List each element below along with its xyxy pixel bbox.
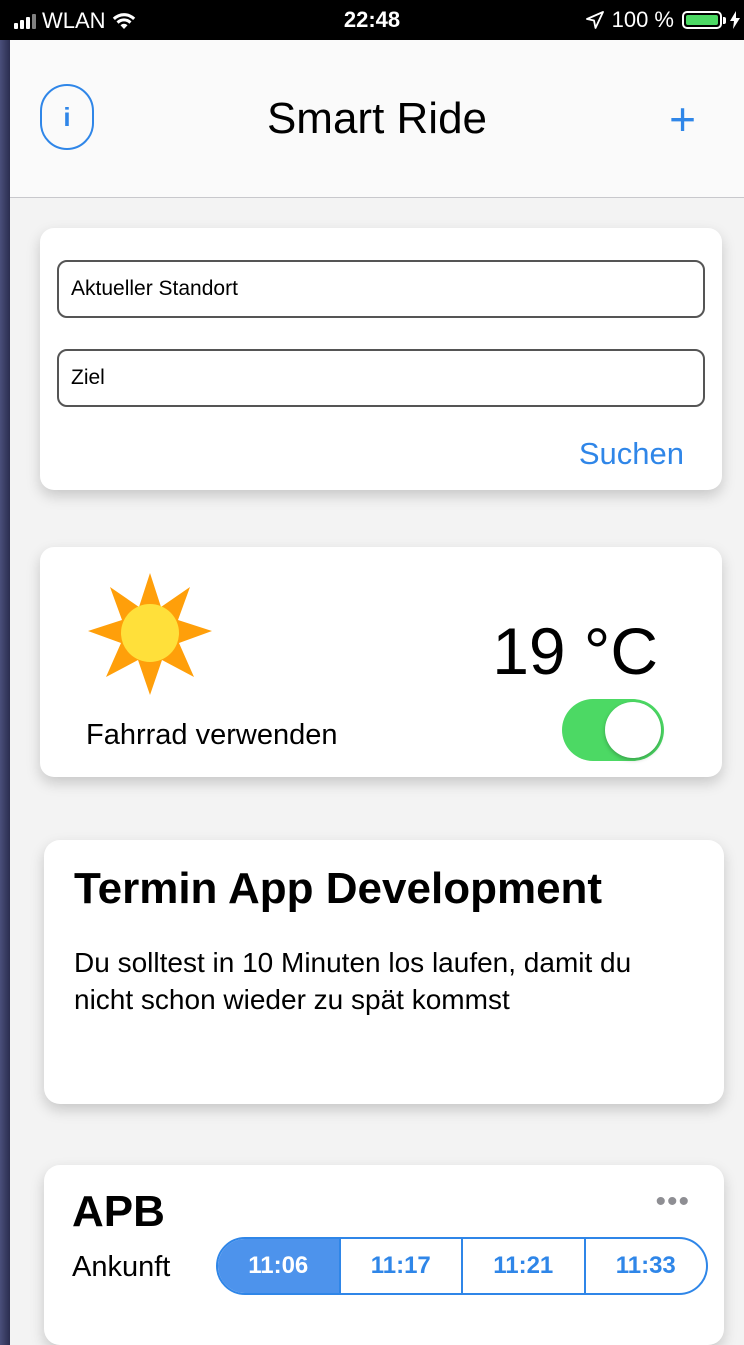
time-segment[interactable]: 11:06	[218, 1239, 339, 1293]
search-button[interactable]: Suchen	[579, 436, 684, 472]
nav-bar: i Smart Ride +	[10, 40, 744, 198]
status-right: 100 %	[585, 7, 740, 33]
arrival-time-selector: 11:06 11:17 11:21 11:33	[216, 1237, 708, 1295]
time-segment[interactable]: 11:33	[583, 1239, 707, 1293]
bike-toggle[interactable]	[562, 699, 664, 761]
transit-line-name: APB	[72, 1187, 165, 1236]
destination-field[interactable]: Ziel	[57, 349, 705, 407]
sun-core	[121, 604, 179, 662]
weather-card: 19 °C Fahrrad verwenden	[40, 547, 722, 777]
temperature: 19 °C	[492, 614, 658, 688]
battery-icon	[682, 11, 726, 29]
charging-bolt-icon	[730, 11, 740, 29]
arrival-label: Ankunft	[72, 1251, 171, 1283]
bike-label: Fahrrad verwenden	[86, 719, 338, 751]
transit-card: APB ••• Ankunft 11:06 11:17 11:21 11:33	[44, 1165, 724, 1345]
time-segment[interactable]: 11:21	[461, 1239, 584, 1293]
search-card: Aktueller Standort Ziel Suchen	[40, 228, 722, 490]
location-arrow-icon	[585, 11, 604, 29]
more-icon[interactable]: •••	[655, 1185, 690, 1219]
origin-field[interactable]: Aktueller Standort	[57, 260, 705, 318]
time-segment[interactable]: 11:17	[338, 1239, 462, 1293]
battery-percent: 100 %	[611, 7, 674, 32]
add-button[interactable]: +	[669, 96, 696, 142]
appointment-title: Termin App Development	[74, 864, 603, 913]
appointment-text: Du solltest in 10 Minuten los laufen, da…	[74, 947, 632, 1015]
status-bar: WLAN 22:48 100 %	[0, 0, 744, 40]
appointment-card[interactable]: Termin App Development Du solltest in 10…	[44, 840, 724, 1104]
sun-icon	[88, 573, 212, 695]
toggle-knob	[605, 702, 661, 758]
page-title: Smart Ride	[266, 94, 488, 143]
